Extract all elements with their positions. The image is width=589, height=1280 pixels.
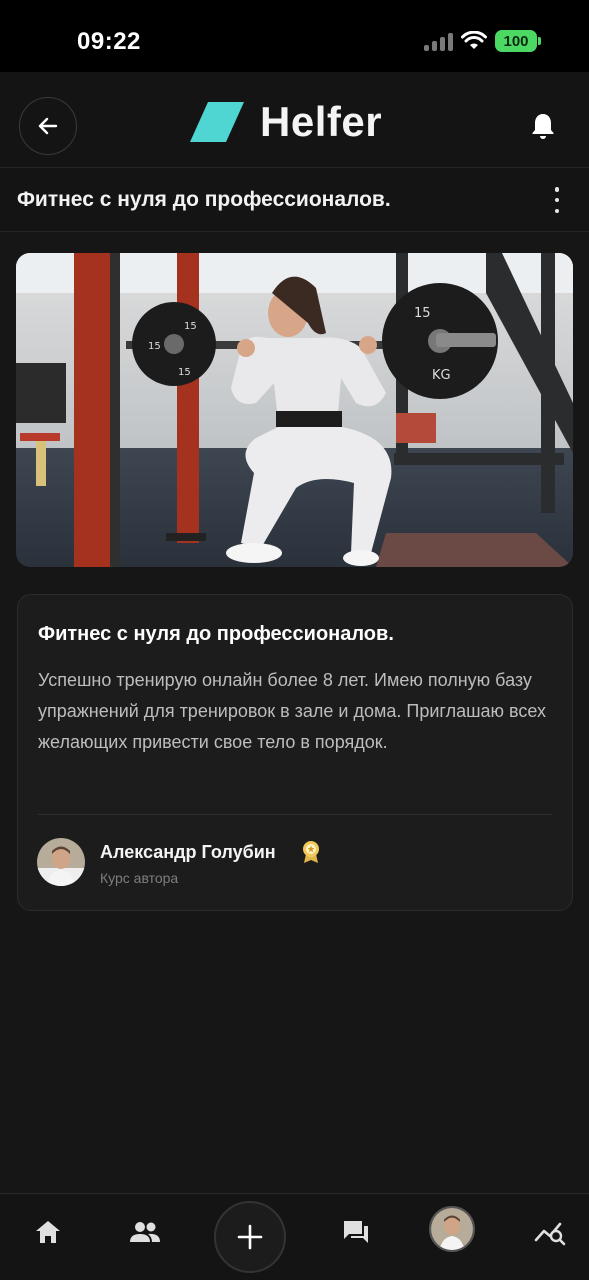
plate-label: 15	[148, 341, 161, 352]
more-dot-icon	[554, 197, 560, 203]
arrow-left-icon	[38, 117, 58, 135]
course-info-card: Фитнес с нуля до профессионалов. Успешно…	[17, 594, 573, 911]
course-cover-image: 15 15 15 15 KG	[16, 253, 573, 567]
more-dot-icon	[554, 208, 560, 213]
wifi-icon	[461, 31, 487, 49]
author-name[interactable]: Александр Голубин	[100, 842, 276, 863]
cellular-signal-icon	[424, 31, 453, 51]
gym-squat-illustration: 15 15 15 15 KG	[16, 253, 573, 567]
bell-icon[interactable]	[531, 112, 555, 140]
author-avatar[interactable]	[37, 838, 85, 886]
course-title: Фитнес с нуля до профессионалов.	[38, 623, 394, 645]
analytics-search-icon	[534, 1222, 566, 1246]
plate-label: KG	[432, 368, 451, 383]
people-icon	[130, 1222, 160, 1242]
plate-label: 15	[184, 321, 197, 332]
status-bar: 09:22 100	[0, 0, 589, 72]
divider	[38, 814, 552, 815]
nav-analytics[interactable]	[530, 1212, 570, 1252]
page-title: Фитнес с нуля до профессионалов.	[17, 188, 391, 211]
bottom-navigation	[0, 1193, 589, 1280]
nav-profile-avatar[interactable]	[429, 1206, 475, 1252]
screen: 09:22 100 Helfer Фитнес с нуля до профес…	[0, 0, 589, 1280]
logo-mark-icon	[190, 102, 244, 142]
profile-photo	[431, 1208, 473, 1250]
add-button[interactable]	[214, 1201, 286, 1273]
logo-text: Helfer	[260, 98, 383, 145]
home-icon	[36, 1221, 60, 1243]
chat-icon	[344, 1221, 368, 1243]
more-options-button[interactable]	[549, 187, 565, 213]
author-subtitle: Курс автора	[100, 870, 179, 886]
course-description: Успешно тренирую онлайн более 8 лет. Име…	[38, 670, 547, 752]
status-icons: 100	[424, 30, 541, 52]
more-dot-icon	[554, 187, 560, 192]
app-header: Helfer	[0, 72, 589, 168]
verified-badge-icon	[303, 841, 319, 863]
nav-home[interactable]	[28, 1212, 68, 1252]
nav-chat[interactable]	[336, 1212, 376, 1252]
battery-icon: 100	[495, 30, 541, 52]
nav-people[interactable]	[125, 1212, 165, 1252]
helfer-logo: Helfer	[190, 98, 382, 146]
plus-icon	[237, 1224, 263, 1250]
back-button[interactable]	[19, 97, 77, 155]
status-time: 09:22	[77, 28, 141, 55]
course-title-bar: Фитнес с нуля до профессионалов.	[0, 169, 589, 232]
author-photo	[37, 838, 85, 886]
plate-label: 15	[178, 367, 191, 378]
plate-label: 15	[414, 306, 431, 321]
